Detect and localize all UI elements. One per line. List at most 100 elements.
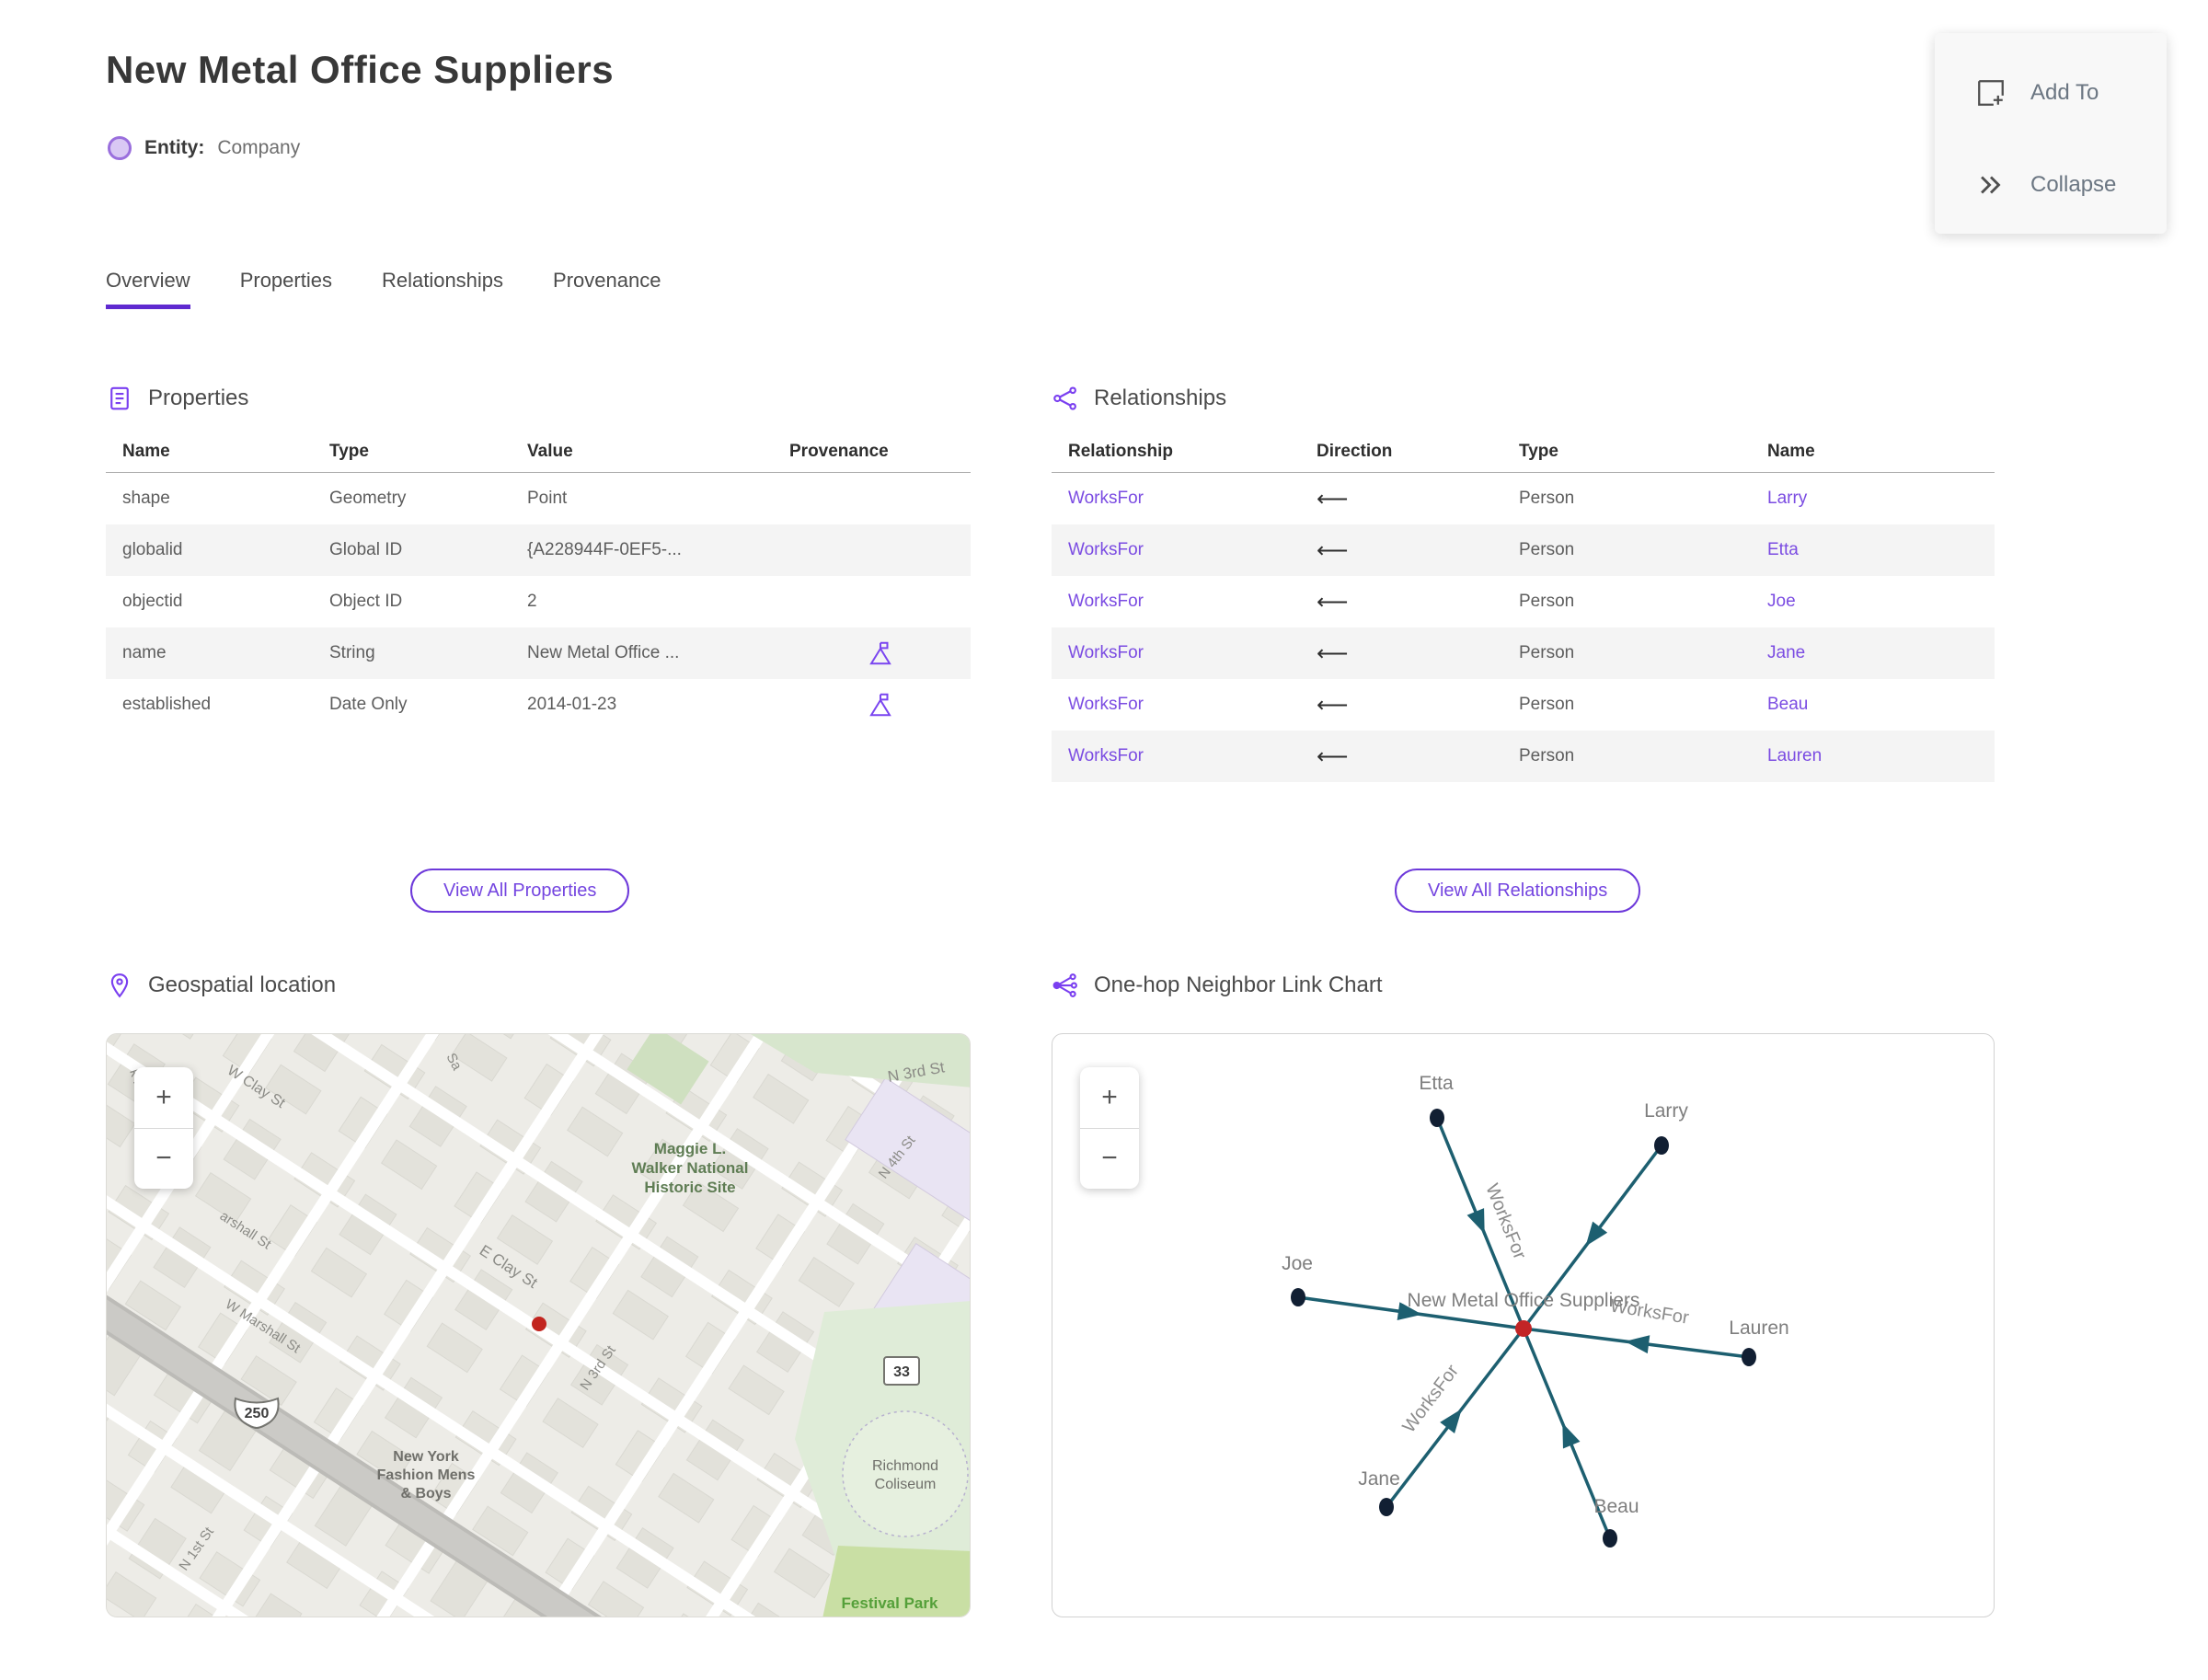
related-entity-type: Person <box>1519 592 1575 611</box>
related-entity-link[interactable]: Beau <box>1751 695 1995 715</box>
node-lauren[interactable] <box>1742 1348 1756 1366</box>
property-type: Date Only <box>329 695 408 714</box>
map-zoom-out-button[interactable]: − <box>134 1129 193 1190</box>
relationships-icon <box>1053 386 1076 410</box>
page-title: New Metal Office Suppliers <box>106 48 615 91</box>
map-label: Maggie L. <box>654 1140 726 1157</box>
node-joe[interactable] <box>1291 1288 1305 1306</box>
property-name: globalid <box>122 540 183 559</box>
property-value: New Metal Office ... <box>527 643 680 662</box>
direction-arrow: ⟵ <box>1317 589 1349 615</box>
relationship-row: WorksFor ⟵ Person Lauren <box>1052 731 1995 782</box>
map-label: Festival Park <box>842 1594 938 1612</box>
tab-overview[interactable]: Overview <box>106 269 190 309</box>
node-label: Etta <box>1419 1073 1454 1094</box>
property-type: String <box>329 643 375 662</box>
node-label: Beau <box>1593 1496 1639 1517</box>
link-chart-icon <box>1052 973 1077 997</box>
related-entity-type: Person <box>1519 695 1575 714</box>
provenance-flag-icon[interactable] <box>867 691 894 719</box>
related-entity-link[interactable]: Larry <box>1751 489 1995 509</box>
provenance-flag-icon[interactable] <box>867 639 894 667</box>
relationship-link[interactable]: WorksFor <box>1052 540 1300 560</box>
view-all-properties-button[interactable]: View All Properties <box>410 869 630 913</box>
relationships-table-header: Relationship Direction Type Name <box>1052 431 1995 473</box>
chart-zoom-in-button[interactable]: + <box>1080 1067 1139 1129</box>
direction-arrow: ⟵ <box>1317 486 1349 512</box>
property-type: Geometry <box>329 489 407 508</box>
property-row: shape Geometry Point <box>106 473 971 524</box>
node-beau[interactable] <box>1603 1529 1617 1548</box>
related-entity-type: Person <box>1519 540 1575 559</box>
geospatial-section-header: Geospatial location <box>106 972 336 999</box>
related-entity-type: Person <box>1519 489 1575 508</box>
column-header: Direction <box>1317 441 1393 461</box>
related-entity-link[interactable]: Lauren <box>1751 746 1995 766</box>
column-header: Value <box>527 441 573 461</box>
edge-arrowhead <box>1466 1208 1485 1234</box>
property-value: 2014-01-23 <box>527 695 617 714</box>
relationship-row: WorksFor ⟵ Person Jane <box>1052 627 1995 679</box>
relationships-section-title: Relationships <box>1094 385 1227 410</box>
property-type: Global ID <box>329 540 403 559</box>
column-header: Provenance <box>789 441 889 461</box>
direction-arrow: ⟵ <box>1317 640 1349 666</box>
node-label: Jane <box>1358 1468 1400 1490</box>
collapse-button[interactable]: Collapse <box>1935 153 2167 217</box>
property-name: established <box>122 695 212 714</box>
property-name: shape <box>122 489 170 508</box>
entity-row: Entity: Company <box>108 136 300 160</box>
node-jane[interactable] <box>1379 1498 1394 1516</box>
map-label: Richmond <box>872 1458 938 1474</box>
action-menu: Add To Collapse <box>1935 33 2167 234</box>
map-label: Coliseum <box>875 1477 937 1492</box>
column-header: Type <box>1519 441 1558 461</box>
map-zoom-in-button[interactable]: + <box>134 1067 193 1129</box>
relationship-link[interactable]: WorksFor <box>1052 695 1300 715</box>
relationships-section-header: Relationships <box>1052 385 1226 412</box>
related-entity-link[interactable]: Etta <box>1751 540 1995 560</box>
relationship-link[interactable]: WorksFor <box>1052 746 1300 766</box>
properties-icon <box>110 386 129 410</box>
relationship-link[interactable]: WorksFor <box>1052 592 1300 612</box>
chart-zoom-out-button[interactable]: − <box>1080 1129 1139 1190</box>
add-to-icon <box>1978 80 2004 106</box>
properties-table-header: Name Type Value Provenance <box>106 431 971 473</box>
node-larry[interactable] <box>1654 1136 1669 1155</box>
related-entity-type: Person <box>1519 746 1575 765</box>
related-entity-link[interactable]: Jane <box>1751 643 1995 663</box>
node-center[interactable] <box>1515 1320 1532 1337</box>
entity-label: Entity: <box>144 137 205 158</box>
property-row: established Date Only 2014-01-23 <box>106 679 971 731</box>
collapse-label: Collapse <box>2030 172 2117 197</box>
relationship-row: WorksFor ⟵ Person Beau <box>1052 679 1995 731</box>
node-etta[interactable] <box>1430 1109 1444 1127</box>
property-provenance <box>773 639 971 667</box>
node-label: Joe <box>1282 1253 1313 1274</box>
relationship-link[interactable]: WorksFor <box>1052 643 1300 663</box>
column-header: Name <box>1767 441 1815 461</box>
map-label: Walker National <box>632 1159 749 1177</box>
tab-properties[interactable]: Properties <box>240 269 332 309</box>
link-chart-canvas[interactable]: Etta Larry Joe Lauren Jane Beau WorksFor WorksF… <box>1052 1033 1995 1617</box>
entity-overview-page: New Metal Office Suppliers Entity: Compa… <box>0 0 2208 1680</box>
related-entity-link[interactable]: Joe <box>1751 592 1995 612</box>
map-canvas[interactable]: 25033 k RdW Clay StSaarshall StW Marshal… <box>106 1033 971 1617</box>
edge-arrowhead <box>1585 1221 1608 1247</box>
property-value: Point <box>527 489 568 508</box>
tab-relationships[interactable]: Relationships <box>382 269 503 309</box>
link-chart-section-title: One-hop Neighbor Link Chart <box>1094 972 1383 997</box>
property-row: globalid Global ID {A228944F-0EF5-... <box>106 524 971 576</box>
edge-label: WorksFor <box>1481 1181 1530 1263</box>
link-chart: EttaLarryJoeLaurenJaneBeauWorksForWorksF… <box>1282 1073 1789 1548</box>
property-name: objectid <box>122 592 183 611</box>
map-marker <box>532 1317 546 1331</box>
view-all-relationships-button[interactable]: View All Relationships <box>1395 869 1641 913</box>
relationship-link[interactable]: WorksFor <box>1052 489 1300 509</box>
add-to-button[interactable]: Add To <box>1935 61 2167 125</box>
tab-provenance[interactable]: Provenance <box>553 269 661 309</box>
tab-bar: Overview Properties Relationships Provenanc… <box>106 269 661 309</box>
svg-text:250: 250 <box>245 1406 270 1421</box>
svg-text:33: 33 <box>893 1364 910 1380</box>
map-label: New York <box>393 1449 459 1465</box>
